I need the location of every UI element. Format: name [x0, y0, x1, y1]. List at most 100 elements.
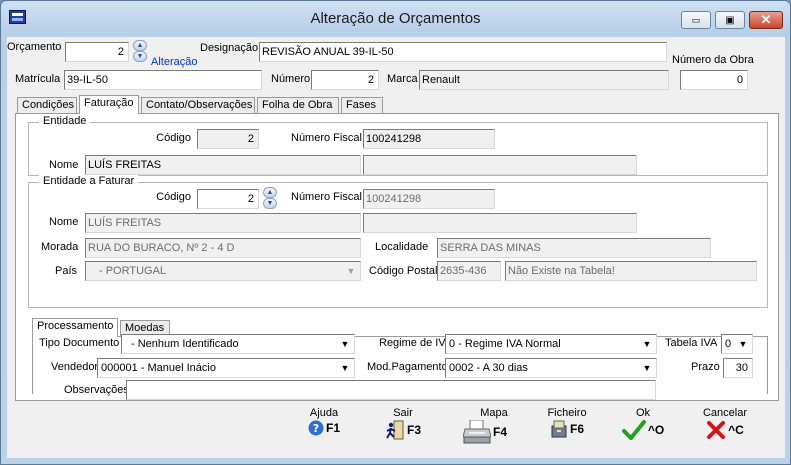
faturar-localidade-input: SERRA DAS MINAS — [437, 238, 711, 258]
faturar-cp-label: Código Postal — [369, 265, 438, 277]
exit-icon — [386, 420, 404, 440]
ok-button[interactable]: Ok ^O — [619, 407, 667, 449]
alteracao-link[interactable]: Alteração — [151, 56, 197, 68]
chevron-down-icon[interactable]: ▼ — [735, 336, 751, 352]
printer-icon — [462, 420, 491, 444]
mod-pag-select[interactable]: 0002 - A 30 dias ▼ — [445, 358, 657, 378]
client-area: Orçamento Nº 2 ▲ ▼ Alteração Designação R… — [7, 37, 785, 458]
faturar-morada-label: Morada — [41, 241, 79, 253]
faturar-nome-label: Nome — [49, 216, 79, 228]
tab-folha-de-obra[interactable]: Folha de Obra — [257, 97, 339, 114]
faturar-nif-input: 100241298 — [363, 189, 495, 209]
matricula-label: Matrícula — [15, 73, 61, 85]
help-icon: ? — [308, 420, 324, 436]
spin-down-icon[interactable]: ▼ — [133, 51, 147, 62]
vendedor-value: 000001 - Manuel Inácio — [101, 362, 216, 374]
ok-caption: Ok — [635, 407, 651, 419]
tipo-doc-label: Tipo Documento — [39, 337, 120, 349]
ajuda-caption: Ajuda — [309, 407, 339, 419]
mapa-button[interactable]: Mapa F4 — [457, 407, 513, 449]
orcamento-label: Orçamento Nº — [7, 41, 77, 53]
numero-obra-label: Número da Obra — [672, 54, 754, 66]
sair-caption: Sair — [393, 407, 413, 419]
prazo-label: Prazo — [691, 361, 720, 373]
vendedor-select[interactable]: 000001 - Manuel Inácio ▼ — [97, 358, 355, 378]
marca-input: Renault — [419, 70, 669, 90]
tabela-iva-value: 0 — [725, 338, 732, 350]
minimize-button[interactable]: ▭ — [681, 11, 711, 29]
tab-faturacao[interactable]: Faturação — [79, 95, 139, 114]
entidade-nome2-input — [363, 155, 637, 175]
chevron-down-icon[interactable]: ▼ — [639, 336, 655, 352]
faturar-codigo-label: Código — [156, 191, 191, 203]
cancelar-key: ^C — [728, 423, 744, 437]
orcamento-spinner[interactable]: ▲ ▼ — [133, 40, 147, 62]
faturar-localidade-label: Localidade — [375, 241, 429, 253]
window: Alteração de Orçamentos ▭ ▣ ✕ Orçamento … — [0, 0, 791, 465]
entidade-title: Entidade — [39, 115, 91, 127]
sair-button[interactable]: Sair F3 — [375, 407, 431, 449]
close-button[interactable]: ✕ — [749, 11, 783, 29]
faturar-cp-desc: Não Existe na Tabela! — [505, 261, 757, 281]
chevron-down-icon[interactable]: ▼ — [639, 360, 655, 376]
title-bar: Alteração de Orçamentos ▭ ▣ ✕ — [1, 1, 790, 37]
numero-input[interactable]: 2 — [311, 70, 379, 90]
spin-down-icon[interactable]: ▼ — [263, 198, 277, 209]
ajuda-button[interactable]: Ajuda ? F1 — [299, 407, 349, 449]
tab-contato-observacoes[interactable]: Contato/Observações — [141, 97, 255, 114]
maximize-icon: ▣ — [725, 14, 735, 26]
mapa-key: F4 — [492, 425, 507, 439]
numero-label: Número — [271, 73, 311, 85]
tab-condicoes[interactable]: Condições — [17, 97, 77, 114]
entidade-group: Entidade Código 2 Número Fiscal 10024129… — [28, 115, 768, 176]
entidade-faturar-group: Entidade a Faturar Código 2 ▲ ▼ Número Fi… — [28, 175, 768, 308]
matricula-input[interactable]: 39-IL-50 — [64, 70, 262, 90]
tipo-doc-select[interactable]: - Nenhum Identificado ▼ — [121, 334, 355, 354]
faturar-nif-label: Número Fiscal — [291, 191, 362, 203]
observacoes-label: Observações — [64, 384, 129, 396]
mod-pag-value: 0002 - A 30 dias — [449, 362, 528, 374]
sair-key: F3 — [406, 423, 421, 437]
faturar-codigo-spinner[interactable]: ▲ ▼ — [263, 187, 277, 209]
regime-iva-value: 0 - Regime IVA Normal — [449, 338, 561, 350]
maximize-button[interactable]: ▣ — [715, 11, 745, 29]
designacao-label: Designação — [200, 42, 259, 54]
file-icon — [551, 420, 567, 438]
chevron-down-icon[interactable]: ▼ — [337, 336, 353, 352]
designacao-input[interactable]: REVISÃO ANUAL 39-IL-50 — [259, 42, 667, 62]
tabela-iva-label: Tabela IVA — [665, 337, 718, 349]
entidade-codigo-input: 2 — [197, 129, 259, 149]
chevron-down-icon: ▼ — [346, 266, 356, 276]
regime-iva-label: Regime de IVA — [379, 337, 453, 349]
faturar-pais-value: - PORTUGAL — [99, 265, 167, 277]
numero-obra-input[interactable]: 0 — [680, 70, 748, 90]
faturar-codigo-input[interactable]: 2 — [197, 189, 259, 209]
faturar-pais-select: - PORTUGAL ▼ — [85, 261, 361, 281]
svg-text:?: ? — [313, 422, 319, 435]
faturacao-panel: Entidade Código 2 Número Fiscal 10024129… — [15, 113, 779, 401]
chevron-down-icon[interactable]: ▼ — [337, 360, 353, 376]
faturar-nome2-input — [363, 213, 637, 233]
regime-iva-select[interactable]: 0 - Regime IVA Normal ▼ — [445, 334, 657, 354]
mod-pag-label: Mod.Pagamento — [367, 361, 448, 373]
check-icon — [621, 420, 646, 440]
spin-up-icon[interactable]: ▲ — [263, 187, 277, 198]
ficheiro-caption: Ficheiro — [547, 407, 587, 419]
main-tabs: Condições Faturação Contato/Observações … — [17, 95, 417, 114]
ficheiro-button[interactable]: Ficheiro F6 — [539, 407, 595, 449]
ok-key: ^O — [647, 423, 665, 437]
cancelar-button[interactable]: Cancelar ^C — [697, 407, 753, 449]
orcamento-input[interactable]: 2 — [65, 42, 129, 62]
faturar-morada-input: RUA DO BURACO, Nº 2 - 4 D — [85, 238, 361, 258]
mapa-caption: Mapa — [480, 407, 508, 419]
tab-processamento[interactable]: Processamento — [32, 318, 118, 337]
entidade-nome-label: Nome — [49, 159, 79, 171]
tab-fases[interactable]: Fases — [341, 97, 383, 114]
prazo-input[interactable]: 30 — [723, 358, 753, 378]
entidade-codigo-label: Código — [156, 132, 191, 144]
spin-up-icon[interactable]: ▲ — [133, 40, 147, 51]
cancel-icon — [707, 421, 726, 439]
tabela-iva-select[interactable]: 0 ▼ — [721, 334, 753, 354]
observacoes-input[interactable] — [126, 380, 656, 400]
minimize-icon: ▭ — [691, 14, 701, 25]
